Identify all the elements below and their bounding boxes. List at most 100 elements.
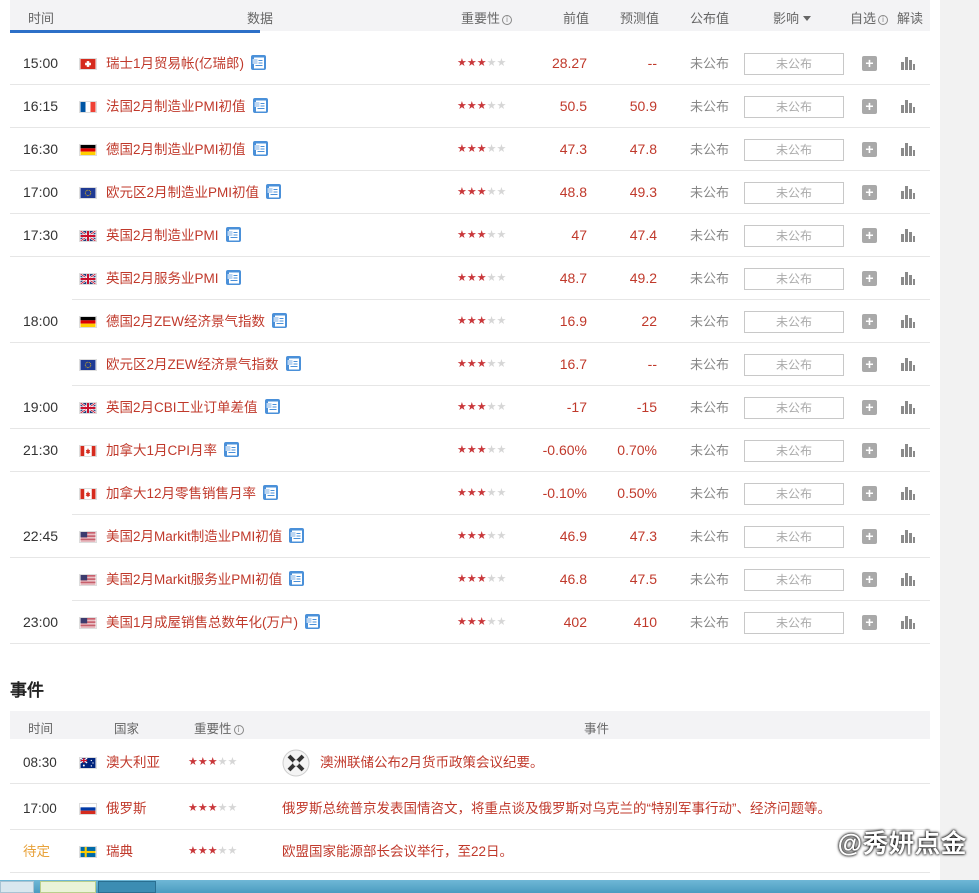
indicator-name[interactable]: 加拿大1月CPI月率 <box>106 429 240 472</box>
indicator-name-label[interactable]: 德国2月制造业PMI初值 <box>106 142 246 157</box>
bar-chart-icon[interactable] <box>900 571 916 587</box>
impact-box[interactable]: 未公布 <box>744 139 844 161</box>
report-icon[interactable] <box>271 303 288 328</box>
taskbar-app-button[interactable] <box>40 881 96 893</box>
indicator-name[interactable]: 瑞士1月贸易帐(亿瑞郎) <box>106 42 267 85</box>
events-title: 事件 <box>10 681 44 700</box>
impact-box[interactable]: 未公布 <box>744 182 844 204</box>
star-filled-icon: ★ <box>476 444 487 456</box>
bar-chart-icon[interactable] <box>900 399 916 415</box>
add-watch-icon[interactable]: + <box>862 443 877 458</box>
report-icon[interactable] <box>252 88 269 113</box>
indicator-name[interactable]: 德国2月制造业PMI初值 <box>106 128 269 171</box>
indicator-name[interactable]: 美国2月Markit制造业PMI初值 <box>106 515 305 558</box>
header-impact[interactable]: 影响 <box>773 8 812 27</box>
report-icon[interactable] <box>265 174 282 199</box>
report-icon[interactable] <box>288 561 305 586</box>
impact-box[interactable]: 未公布 <box>744 440 844 462</box>
bar-chart-icon[interactable] <box>900 313 916 329</box>
info-icon[interactable]: i <box>502 15 513 25</box>
indicator-name[interactable]: 欧元区2月ZEW经济景气指数 <box>106 343 302 386</box>
report-icon[interactable] <box>250 45 267 70</box>
impact-box[interactable]: 未公布 <box>744 612 844 634</box>
report-icon[interactable] <box>252 131 269 156</box>
add-watch-icon[interactable]: + <box>862 271 877 286</box>
indicator-name[interactable]: 英国2月服务业PMI <box>106 257 242 300</box>
impact-box[interactable]: 未公布 <box>744 397 844 419</box>
scroll-gutter[interactable] <box>940 0 979 893</box>
report-icon[interactable] <box>223 432 240 457</box>
indicator-name[interactable]: 法国2月制造业PMI初值 <box>106 85 269 128</box>
taskbar-app-button[interactable] <box>98 881 156 893</box>
bar-chart-icon[interactable] <box>900 55 916 71</box>
star-filled-icon: ★ <box>457 358 467 370</box>
bar-chart-icon[interactable] <box>900 270 916 286</box>
indicator-name-label[interactable]: 加拿大1月CPI月率 <box>106 443 217 458</box>
add-watch-icon[interactable]: + <box>862 572 877 587</box>
indicator-name-label[interactable]: 加拿大12月零售销售月率 <box>106 486 256 501</box>
add-watch-icon[interactable]: + <box>862 314 877 329</box>
bar-chart-icon[interactable] <box>900 485 916 501</box>
header-impact-label: 影响 <box>773 11 800 26</box>
event-text[interactable]: 俄罗斯总统普京发表国情咨文，将重点谈及俄罗斯对乌克兰的“特别军事行动”、经济问题… <box>282 787 831 830</box>
info-icon[interactable]: i <box>233 725 244 735</box>
bar-chart-icon[interactable] <box>900 227 916 243</box>
bar-chart-icon[interactable] <box>900 141 916 157</box>
indicator-name[interactable]: 美国2月Markit服务业PMI初值 <box>106 558 305 601</box>
report-icon[interactable] <box>304 604 321 629</box>
indicator-name-label[interactable]: 法国2月制造业PMI初值 <box>106 99 246 114</box>
add-watch-icon[interactable]: + <box>862 486 877 501</box>
indicator-name[interactable]: 美国1月成屋销售总数年化(万户) <box>106 601 321 644</box>
indicator-name-label[interactable]: 英国2月制造业PMI <box>106 228 219 243</box>
indicator-name-label[interactable]: 美国2月Markit制造业PMI初值 <box>106 529 282 544</box>
add-watch-icon[interactable]: + <box>862 56 877 71</box>
report-icon[interactable] <box>262 475 279 500</box>
add-watch-icon[interactable]: + <box>862 99 877 114</box>
add-watch-icon[interactable]: + <box>862 228 877 243</box>
impact-box[interactable]: 未公布 <box>744 225 844 247</box>
indicator-name-label[interactable]: 英国2月CBI工业订单差值 <box>106 400 258 415</box>
report-icon[interactable] <box>264 389 281 414</box>
impact-box[interactable]: 未公布 <box>744 53 844 75</box>
indicator-name-label[interactable]: 欧元区2月制造业PMI初值 <box>106 185 259 200</box>
bar-chart-icon[interactable] <box>900 528 916 544</box>
impact-box[interactable]: 未公布 <box>744 96 844 118</box>
caret-down-icon[interactable] <box>803 16 812 21</box>
impact-box[interactable]: 未公布 <box>744 483 844 505</box>
impact-box[interactable]: 未公布 <box>744 569 844 591</box>
indicator-name[interactable]: 欧元区2月制造业PMI初值 <box>106 171 282 214</box>
add-watch-icon[interactable]: + <box>862 185 877 200</box>
add-watch-icon[interactable]: + <box>862 357 877 372</box>
add-watch-icon[interactable]: + <box>862 400 877 415</box>
indicator-name[interactable]: 英国2月制造业PMI <box>106 214 242 257</box>
indicator-name[interactable]: 德国2月ZEW经济景气指数 <box>106 300 288 343</box>
indicator-name-label[interactable]: 瑞士1月贸易帐(亿瑞郎) <box>106 56 244 71</box>
bar-chart-icon[interactable] <box>900 442 916 458</box>
bar-chart-icon[interactable] <box>900 614 916 630</box>
indicator-name-label[interactable]: 美国1月成屋销售总数年化(万户) <box>106 615 298 630</box>
report-icon[interactable] <box>288 518 305 543</box>
indicator-name-label[interactable]: 英国2月服务业PMI <box>106 271 219 286</box>
impact-box[interactable]: 未公布 <box>744 526 844 548</box>
bar-chart-icon[interactable] <box>900 356 916 372</box>
info-icon[interactable]: i <box>878 15 889 25</box>
impact-box[interactable]: 未公布 <box>744 311 844 333</box>
taskbar-start-button[interactable] <box>0 881 34 893</box>
add-watch-icon[interactable]: + <box>862 615 877 630</box>
indicator-name-label[interactable]: 德国2月ZEW经济景气指数 <box>106 314 265 329</box>
impact-box[interactable]: 未公布 <box>744 268 844 290</box>
indicator-name-label[interactable]: 欧元区2月ZEW经济景气指数 <box>106 357 279 372</box>
bar-chart-icon[interactable] <box>900 98 916 114</box>
indicator-name-label[interactable]: 美国2月Markit服务业PMI初值 <box>106 572 282 587</box>
indicator-name[interactable]: 加拿大12月零售销售月率 <box>106 472 279 515</box>
event-text[interactable]: 欧盟国家能源部长会议举行，至22日。 <box>282 830 513 873</box>
add-watch-icon[interactable]: + <box>862 529 877 544</box>
add-watch-icon[interactable]: + <box>862 142 877 157</box>
report-icon[interactable] <box>285 346 302 371</box>
event-text[interactable]: 澳洲联储公布2月货币政策会议纪要。 <box>320 741 544 784</box>
report-icon[interactable] <box>225 260 242 285</box>
report-icon[interactable] <box>225 217 242 242</box>
indicator-name[interactable]: 英国2月CBI工业订单差值 <box>106 386 281 429</box>
impact-box[interactable]: 未公布 <box>744 354 844 376</box>
bar-chart-icon[interactable] <box>900 184 916 200</box>
